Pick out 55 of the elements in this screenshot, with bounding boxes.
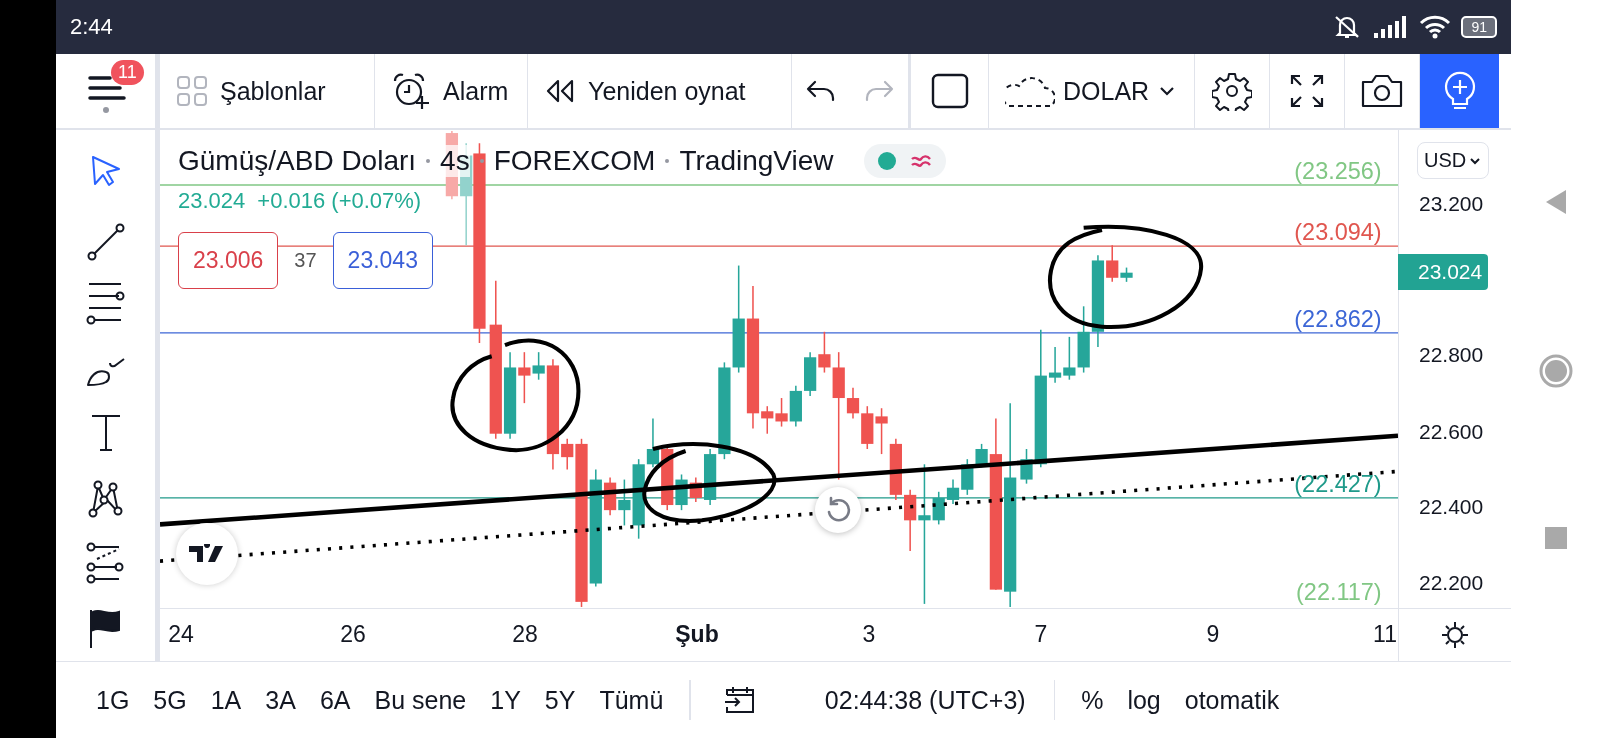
unit-label: DOLAR: [1063, 76, 1150, 106]
ideas-button[interactable]: [1420, 54, 1499, 128]
price-change: +0.016 (+0.07%): [257, 188, 422, 214]
button-label: Şablonlar: [220, 76, 326, 106]
price-tick: 22.600: [1419, 420, 1484, 444]
time-label: 9: [1206, 621, 1220, 648]
logo-icon: [189, 544, 225, 564]
notification-badge: 11: [111, 60, 144, 85]
wifi-icon: [1419, 15, 1452, 39]
battery-indicator: 91: [1461, 16, 1497, 38]
time-label: 24: [168, 621, 194, 648]
calendar-icon: [722, 685, 757, 715]
fullscreen-icon: [1289, 73, 1325, 109]
price-tick: 22.800: [1419, 343, 1484, 367]
wave-icon: [909, 153, 932, 169]
currency-label: USD: [1424, 149, 1467, 172]
spread-value: 37: [294, 249, 317, 272]
level-label: (22.862): [1294, 305, 1382, 332]
rewind-icon: [544, 78, 576, 104]
grid-icon: [176, 75, 208, 107]
caret-icon: [1468, 155, 1483, 166]
level-label: (23.094): [1294, 219, 1382, 246]
level-label: (22.117): [1296, 578, 1382, 605]
time-label: 7: [1034, 621, 1048, 648]
cloud-icon: [1005, 74, 1055, 108]
last-price: 23.024: [178, 188, 246, 214]
button-label: Yeniden oynat: [588, 76, 746, 106]
button-label: Alarm: [443, 76, 509, 106]
time-label: 26: [340, 621, 366, 648]
undo-icon: [805, 78, 837, 104]
time-label: Şub: [675, 621, 719, 648]
square-icon: [929, 73, 970, 109]
time-label: 3: [862, 621, 876, 648]
last-price-tag: 23.024: [1398, 254, 1489, 290]
price-tick: 22.400: [1419, 495, 1484, 519]
time-label: 11: [1373, 621, 1397, 648]
time-label: 28: [512, 621, 538, 648]
level-label: (22.427): [1294, 470, 1382, 497]
level-label: (23.256): [1294, 157, 1382, 184]
currency-dropdown[interactable]: USD: [1417, 142, 1490, 179]
camera-icon: [1360, 73, 1404, 109]
status-time: 2:44: [70, 14, 113, 40]
gear-icon: [1212, 71, 1252, 111]
alarm-clock-icon: [391, 72, 431, 110]
legend-label: 4s: [440, 145, 470, 177]
price-tick: 23.200: [1419, 192, 1484, 216]
theme-icon[interactable]: [1440, 620, 1470, 650]
sell-button[interactable]: 23.006: [178, 232, 279, 289]
buy-button[interactable]: 23.043: [332, 232, 433, 289]
redo-icon: [863, 78, 895, 104]
status-pill[interactable]: [863, 144, 946, 178]
price-tick: 22.200: [1419, 571, 1484, 595]
clock-text: 02:44:38 (UTC+3): [824, 685, 1026, 715]
logo-badge[interactable]: [176, 523, 238, 585]
reset-button[interactable]: [815, 487, 861, 533]
